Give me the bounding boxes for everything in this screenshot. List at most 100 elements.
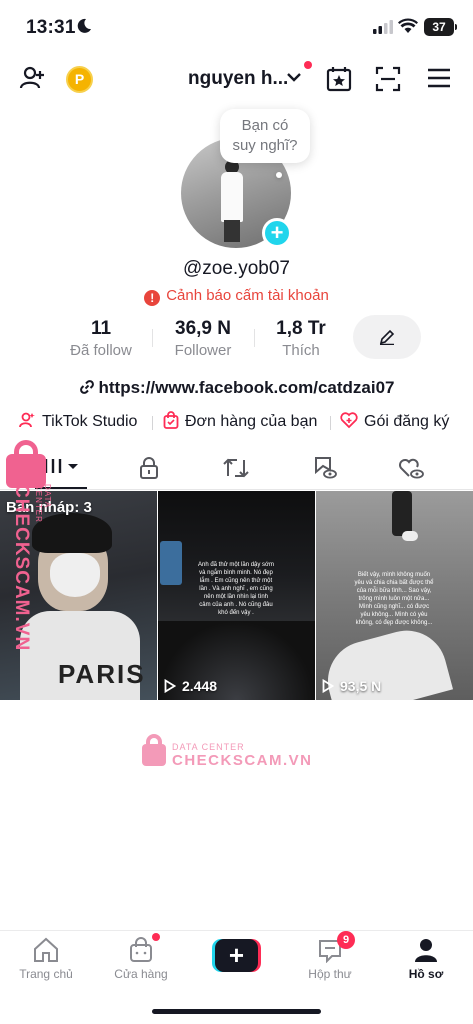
stat-followers-label: Follower — [174, 342, 232, 359]
shop-notification-dot — [152, 933, 160, 941]
stat-likes-label: Thích — [282, 342, 320, 359]
battery-level: 37 — [424, 18, 454, 36]
thumbnail-shoe — [402, 531, 418, 541]
nav-home[interactable]: Trang chủ — [6, 937, 86, 981]
watermark-small-text: DATA CENTER — [34, 484, 52, 523]
thumbnail-car-screen — [160, 541, 182, 585]
quick-link-divider — [152, 416, 153, 430]
video-caption-text: Anh đã thử một lần dậy sớm và ngắm bình … — [198, 562, 274, 616]
repost-icon — [223, 458, 249, 478]
status-time: 13:31 — [26, 17, 76, 38]
menu-icon[interactable] — [427, 68, 451, 88]
nav-inbox-label: Hộp thư — [308, 967, 352, 981]
coin-icon[interactable]: P — [66, 66, 93, 93]
add-friend-icon[interactable] — [18, 64, 46, 92]
bio-link[interactable]: https://www.facebook.com/catdzai07 — [0, 378, 473, 398]
scan-icon[interactable] — [375, 66, 401, 92]
stat-likes[interactable]: 1,8 Tr Thích — [266, 318, 336, 359]
quick-link-subscription[interactable]: Gói đăng ký — [340, 411, 449, 431]
ban-warning[interactable]: ! Cảnh báo cấm tài khoản — [0, 287, 473, 306]
play-icon — [164, 678, 177, 694]
quick-link-divider — [330, 416, 331, 430]
stat-following[interactable]: 11 Đã follow — [66, 318, 136, 359]
content-tabs — [0, 444, 473, 490]
signal-icon — [373, 20, 393, 34]
watermark-lock-icon — [142, 744, 166, 766]
view-count-value: 93,5 N — [340, 678, 382, 694]
thumbnail-mask — [50, 553, 100, 597]
status-bar: 13:31 37 — [0, 0, 473, 52]
alert-icon: ! — [144, 290, 161, 306]
nav-shop-label: Cửa hàng — [114, 967, 168, 981]
add-story-button[interactable]: + — [262, 218, 292, 248]
shopping-bag-icon — [163, 411, 179, 429]
heart-eye-icon — [399, 458, 424, 479]
thumbnail-shirt-text: PARIS — [58, 659, 146, 689]
avatar-figure-legs — [224, 220, 240, 242]
nav-home-label: Trang chủ — [19, 967, 73, 981]
nav-profile-label: Hồ sơ — [408, 967, 444, 981]
tab-private[interactable] — [110, 444, 188, 490]
nav-profile[interactable]: Hồ sơ — [386, 937, 466, 981]
bubble-tail — [276, 172, 282, 178]
view-count-value: 2.448 — [182, 678, 218, 694]
quick-link-tiktok-studio[interactable]: TikTok Studio — [18, 411, 137, 431]
heart-plus-icon — [340, 412, 358, 429]
wifi-icon — [398, 18, 418, 33]
create-button[interactable]: + — [212, 939, 261, 972]
bubble-line-1: Bạn có — [241, 117, 289, 134]
bookmark-eye-icon — [315, 457, 337, 479]
watermark-small-text: DATA CENTER — [172, 742, 245, 752]
stat-followers-value: 36,9 N — [175, 318, 231, 339]
profile-icon — [415, 939, 437, 962]
stat-divider — [152, 329, 153, 347]
thought-bubble[interactable]: Bạn có suy nghĩ? — [220, 109, 310, 163]
notification-dot — [304, 61, 312, 69]
bio-link-text: https://www.facebook.com/catdzai07 — [98, 378, 395, 397]
tab-liked[interactable] — [372, 444, 450, 490]
ban-warning-text: Cảnh báo cấm tài khoản — [166, 287, 329, 304]
watermark-big-text: CHECKSCAM.VN — [11, 484, 32, 652]
link-icon — [79, 380, 94, 394]
stat-following-label: Đã follow — [70, 342, 132, 359]
nav-shop[interactable]: Cửa hàng — [101, 937, 181, 981]
watermark-big-text: CHECKSCAM.VN — [172, 752, 313, 769]
video-thumbnail[interactable]: Biết vậy, mình không muốn yêu và chia ch… — [316, 491, 473, 700]
thumbnail-leg — [392, 491, 412, 536]
battery-tip — [455, 24, 457, 30]
bubble-line-2: suy nghĩ? — [232, 137, 298, 154]
calendar-star-icon[interactable] — [326, 66, 352, 92]
quick-link-orders[interactable]: Đơn hàng của bạn — [163, 411, 317, 431]
shop-bag-icon — [130, 937, 152, 962]
video-grid: PARIS Bản nháp: 3 Anh đã thử một lần dậy… — [0, 491, 473, 700]
profile-handle: @zoe.yob07 — [183, 258, 290, 279]
stat-likes-value: 1,8 Tr — [276, 318, 326, 339]
tab-favorites[interactable] — [286, 444, 364, 490]
stat-divider — [254, 329, 255, 347]
quick-link-label: Đơn hàng của bạn — [185, 413, 318, 430]
account-switcher[interactable]: nguyen h... — [188, 68, 288, 90]
home-indicator[interactable] — [152, 1009, 321, 1014]
stat-following-value: 11 — [90, 318, 112, 339]
stat-followers[interactable]: 36,9 N Follower — [163, 318, 243, 359]
edit-profile-button[interactable] — [353, 315, 421, 359]
studio-icon — [19, 412, 35, 428]
pencil-icon — [379, 329, 395, 345]
video-caption-text: Biết vậy, mình không muốn yêu và chia ch… — [354, 572, 434, 626]
quick-link-label: Gói đăng ký — [364, 413, 450, 430]
view-count: 2.448 — [164, 678, 217, 694]
nav-inbox[interactable]: Hộp thư — [290, 937, 370, 981]
tab-reposts[interactable] — [197, 444, 275, 490]
watermark-lock-icon — [6, 440, 46, 488]
chevron-down-icon[interactable] — [287, 72, 301, 82]
play-icon — [322, 678, 335, 694]
video-thumbnail[interactable]: Anh đã thử một lần dậy sớm và ngắm bình … — [158, 491, 315, 700]
quick-link-label: TikTok Studio — [42, 413, 138, 430]
moon-icon — [77, 18, 91, 33]
create-plus-icon: + — [215, 939, 258, 972]
home-icon — [34, 937, 58, 962]
inbox-badge: 9 — [337, 931, 355, 949]
lock-icon — [140, 457, 158, 479]
watermark-vertical: CHECKSCAM.VN DATA CENTER — [6, 440, 52, 651]
avatar-figure-body — [221, 172, 243, 222]
